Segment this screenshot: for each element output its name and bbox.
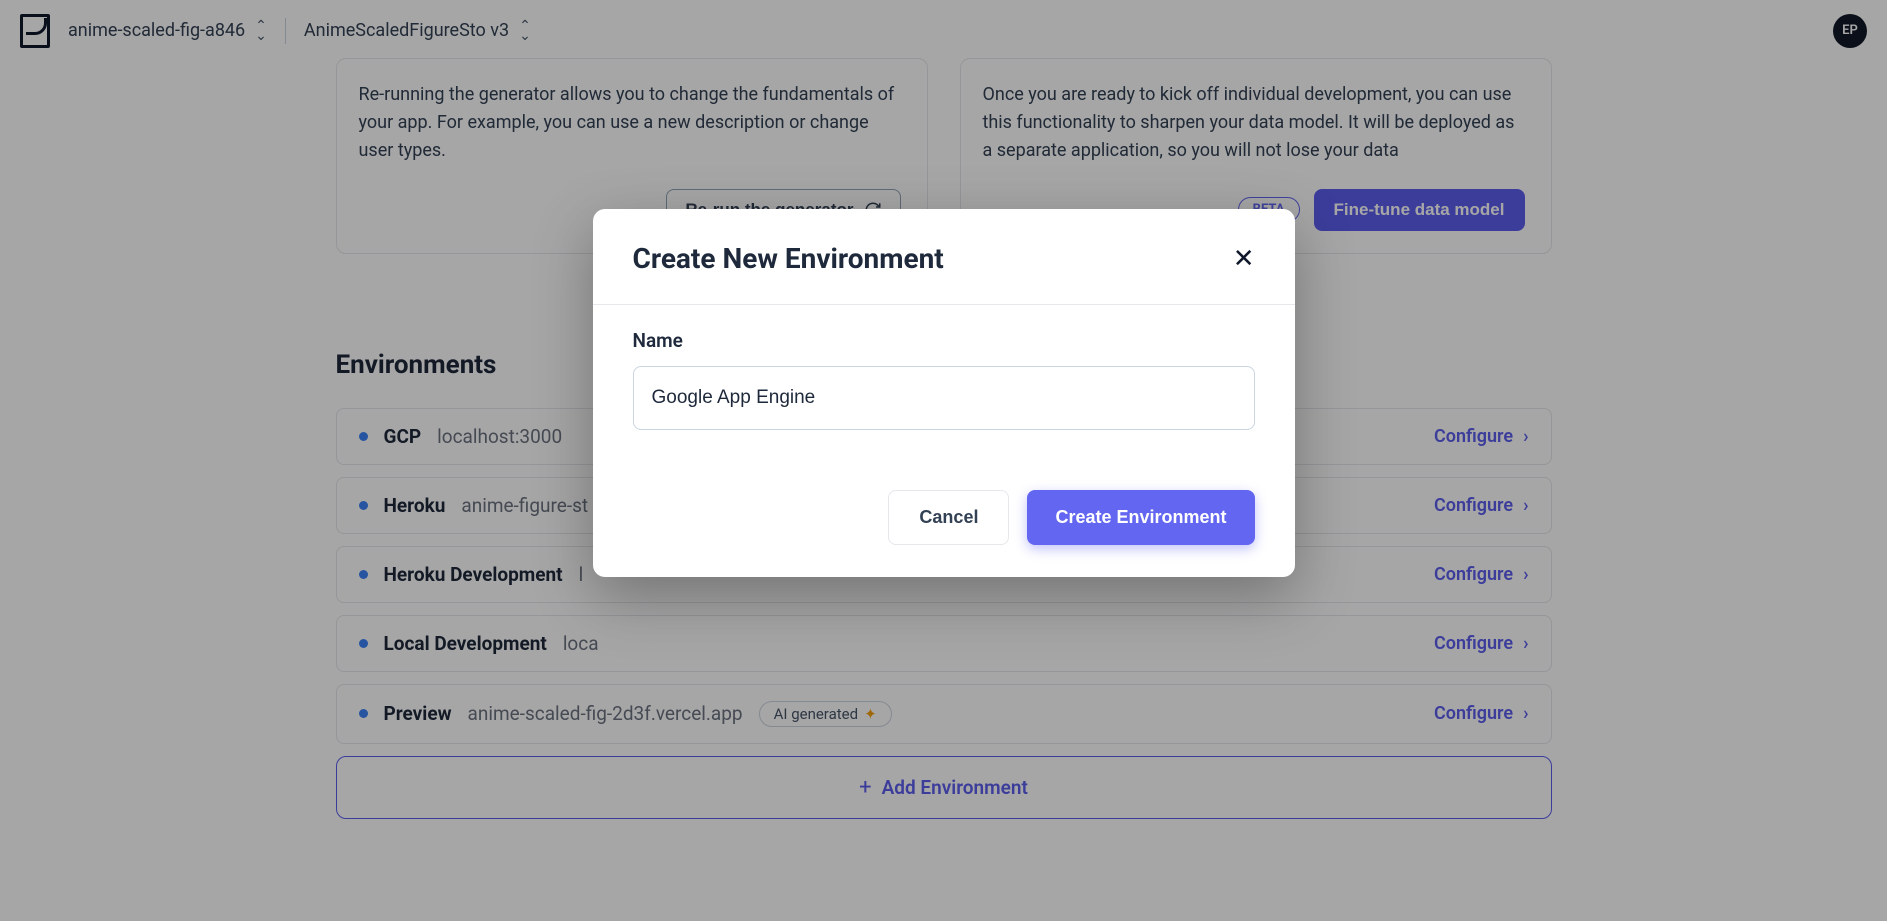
name-field-label: Name [633, 329, 1255, 352]
modal-title: Create New Environment [633, 242, 944, 275]
cancel-button[interactable]: Cancel [888, 490, 1009, 545]
create-environment-button[interactable]: Create Environment [1027, 490, 1254, 545]
close-button[interactable]: ✕ [1229, 239, 1259, 278]
close-icon: ✕ [1233, 243, 1255, 273]
create-environment-modal: Create New Environment ✕ Name Cancel Cre… [593, 209, 1295, 577]
environment-name-input[interactable] [633, 366, 1255, 430]
